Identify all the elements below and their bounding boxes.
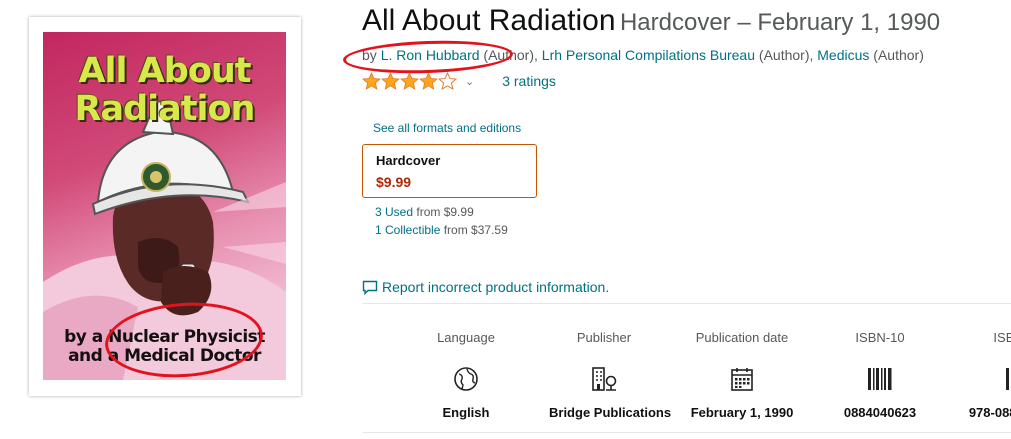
author-role: (Author) [873,47,924,63]
ratings-count-link[interactable]: 3 ratings [502,73,556,89]
star-rating[interactable] [362,72,457,90]
star-full-icon [400,72,419,90]
book-cover: All About Radiation by a Nuclear Physici… [43,32,286,380]
author-role: (Author), [483,47,538,63]
format-name: Hardcover [376,153,441,168]
detail-label: Language [437,330,495,345]
cover-title: All About Radiation [74,51,256,129]
detail-publication-date: Publication date February 1, 1990 [687,330,797,420]
star-full-icon [381,72,400,90]
collectible-offer-price: from $37.59 [443,223,508,237]
author-link-hubbard[interactable]: L. Ron Hubbard [381,47,480,63]
cover-subtitle: by a Nuclear Physicist and a Medical Doc… [64,327,265,366]
used-offer-link[interactable]: 3 Used [375,205,413,219]
feedback-icon [362,280,378,295]
star-full-icon [362,72,381,90]
format-option-hardcover[interactable]: Hardcover $9.99 [362,144,537,198]
divider [362,303,1011,304]
collectible-offer: 1 Collectible from $37.59 [375,223,508,237]
product-title: All About Radiation Hardcover – February… [362,4,941,37]
product-image[interactable]: All About Radiation by a Nuclear Physici… [29,17,301,396]
barcode-icon [825,364,935,394]
detail-value: 0884040623 [843,405,917,420]
detail-label: ISBN-10 [855,330,905,345]
format-price: $9.99 [376,174,412,190]
detail-value: English [442,405,490,420]
author-link-medicus[interactable]: Medicus [817,47,869,63]
detail-language: Language English [424,330,521,420]
report-info-link[interactable]: Report incorrect product information. [362,279,609,295]
barcode-icon [963,364,1011,394]
used-offer-price: from $9.99 [416,205,474,219]
chevron-down-icon[interactable]: ⌄ [465,75,474,88]
detail-label: ISBN-13 [993,330,1011,345]
detail-label: Publisher [576,330,632,345]
detail-value: Bridge Publications [549,405,672,420]
star-full-icon [419,72,438,90]
collectible-offer-link[interactable]: 1 Collectible [375,223,440,237]
building-icon [549,364,659,394]
used-offer: 3 Used from $9.99 [375,205,474,219]
see-all-formats-link[interactable]: See all formats and editions [373,121,521,135]
globe-icon [424,364,521,394]
star-empty-icon [438,72,457,90]
detail-isbn-13: ISBN-13 978-0884040620 [963,330,1011,420]
byline: by L. Ron Hubbard (Author), Lrh Personal… [362,47,924,63]
author-link-lrh-bureau[interactable]: Lrh Personal Compilations Bureau [542,47,755,63]
calendar-icon [687,364,797,394]
author-role: (Author), [758,47,814,63]
report-info-label: Report incorrect product information. [382,279,610,295]
detail-isbn-10: ISBN-10 0884040623 [825,330,935,420]
detail-publisher: Publisher Bridge Publications [549,330,672,420]
detail-value: 978-0884040620 [968,405,1011,420]
product-details-carousel: Language English Publisher Bridge Public… [424,330,1011,420]
detail-label: Publication date [695,330,789,345]
rating-row[interactable]: ⌄ 3 ratings [362,72,556,90]
detail-value: February 1, 1990 [690,405,794,420]
divider [362,432,1011,433]
